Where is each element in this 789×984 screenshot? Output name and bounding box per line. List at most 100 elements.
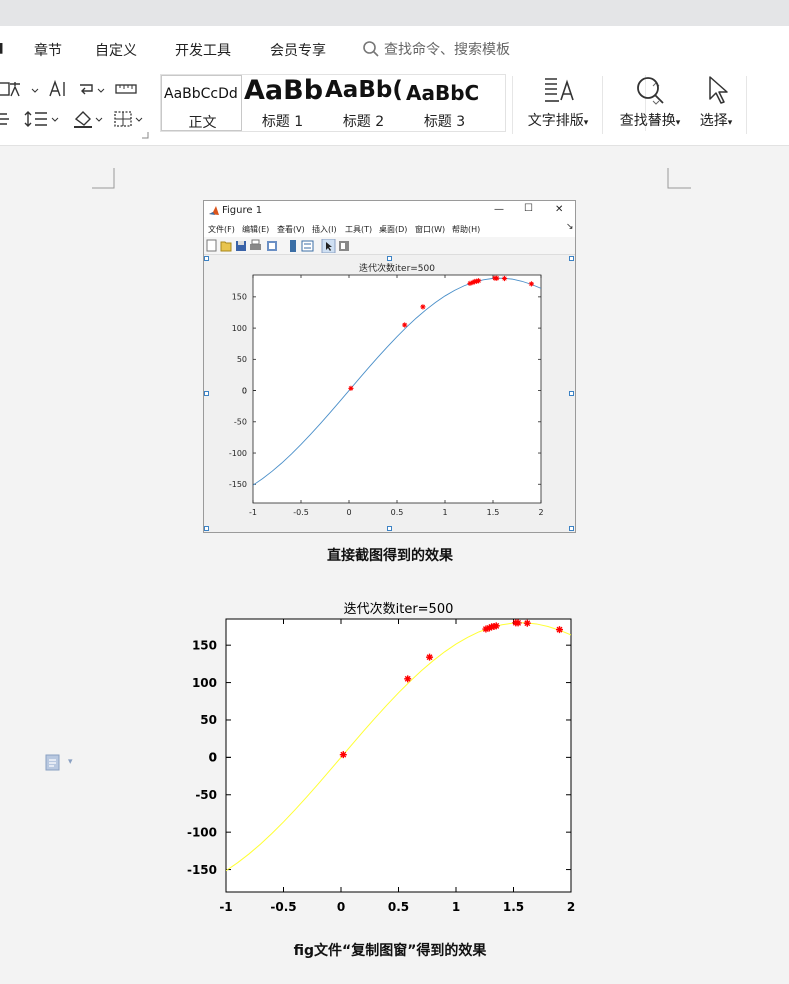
style-heading-2[interactable]: AaBb( 标题 2 [323,75,404,131]
menu-desktop[interactable]: 桌面(D) [379,224,407,235]
style-gallery: AaBbCcDd 正文 AaBb 标题 1 AaBb( 标题 2 AaBbC 标… [160,74,660,132]
print-icon [250,239,261,250]
style-heading-1-sample: AaBb [244,75,322,106]
x-tick-label: -0.5 [270,900,296,914]
x-tick-label: -0.5 [293,508,309,517]
paste-options-button[interactable]: ▾ [44,752,73,772]
search-placeholder: 查找命令、搜索模板 [384,42,510,58]
y-tick-label: 50 [200,713,217,727]
style-normal[interactable]: AaBbCcDd 正文 [161,75,242,131]
style-heading-3[interactable]: AaBbC 标题 3 [404,75,484,131]
close-button[interactable]: ✕ [555,204,563,215]
figure-titlebar: Figure 1 — ☐ ✕ [204,201,575,221]
y-tick-label: 100 [232,324,247,333]
figure-screenshot-image[interactable]: Figure 1 — ☐ ✕ 文件(F) 编辑(E) 查看(V) 插入(I) 工… [203,200,576,533]
menu-view[interactable]: 查看(V) [277,224,305,235]
shading-icon[interactable] [72,108,106,130]
plot-copy: -1 -0.5 0 0.5 1 1.5 2-150-100-500501001500迭代次数… [187,601,575,914]
data-point [402,322,408,328]
caption-copy-figure: fig文件“复制图窗”得到的效果 [293,943,487,959]
style-normal-sample: AaBbCcDd [164,86,238,102]
dock-arrow-icon[interactable]: ↘ [566,222,574,232]
x-tick-label: 0 [346,508,351,517]
borders-icon[interactable] [112,108,146,130]
menu-edit[interactable]: 编辑(E) [242,224,269,235]
x-tick-label: 2 [538,508,543,517]
style-normal-name: 正文 [188,115,217,131]
x-tick-label: 1.5 [487,508,500,517]
command-search[interactable]: 查找命令、搜索模板 [362,38,510,60]
y-tick-label: -50 [234,418,247,427]
legend-icon [301,240,314,252]
y-tick-label: 50 [237,355,247,364]
ribbon-separator [512,76,513,134]
menu-insert[interactable]: 插入(I) [312,224,337,235]
paragraph-settings-icon[interactable] [140,130,150,140]
y-tick-label: -100 [229,449,247,458]
figure-copy-image[interactable]: -1 -0.5 0 0.5 1 1.5 2-150-100-500501001500迭代次数… [180,592,590,922]
colorbar-icon [290,240,296,252]
asian-layout-icon[interactable] [8,78,40,100]
resize-handle[interactable] [387,526,392,531]
select-button[interactable]: 选择▾ [692,74,740,136]
tab-customize[interactable]: 自定义 [95,40,137,60]
plot-screenshot: -1 -0.5 0 0.5 1 1.5 2-150-100-500501001500迭代次数… [229,262,544,517]
page-margin-corner-left [92,168,116,190]
tab-developer-tools[interactable]: 开发工具 [175,40,231,60]
resize-handle[interactable] [569,256,574,261]
paste-icon [45,754,60,771]
line-break-icon[interactable] [76,78,108,100]
resize-handle[interactable] [204,391,209,396]
tab-member[interactable]: 会员专享 [270,40,326,60]
style-heading-3-sample: AaBbC [406,81,480,105]
window-title-strip [0,0,789,26]
ribbon-separator [746,76,747,134]
select-label: 选择 [699,113,728,129]
open-file-icon [220,241,232,252]
data-point [494,275,500,281]
y-tick-label: -150 [187,863,217,877]
magnifier-icon [637,77,664,104]
y-tick-label: 0 [209,751,217,765]
y-tick-label: -100 [187,825,217,839]
ruler-icon[interactable] [112,78,140,100]
line-spacing-icon[interactable] [22,108,62,130]
text-direction-icon[interactable] [44,78,72,100]
tab-chapter[interactable]: 章节 [34,40,62,60]
resize-handle[interactable] [569,391,574,396]
figure-title: Figure 1 [222,205,263,216]
maximize-button[interactable]: ☐ [524,203,533,214]
x-tick-label: 0.5 [388,900,409,914]
cursor-arrow-icon [709,76,728,104]
y-tick-label: 150 [232,293,247,302]
link-plot-icon [267,241,277,251]
style-heading-2-sample: AaBb( [325,77,403,103]
tab-partial-icon[interactable]: ▮ [0,40,4,56]
resize-handle[interactable] [204,256,209,261]
y-tick-label: -150 [229,480,247,489]
resize-handle[interactable] [387,256,392,261]
x-tick-label: -1 [249,508,257,517]
menu-help[interactable]: 帮助(H) [452,224,480,235]
text-layout-button[interactable]: 文字排版▾ [520,74,596,136]
menu-tools[interactable]: 工具(T) [345,224,372,235]
minimize-button[interactable]: — [494,204,504,215]
save-icon [236,241,246,251]
menu-window[interactable]: 窗口(W) [415,224,445,235]
axes-box [225,618,572,893]
y-tick-label: 100 [192,676,217,690]
resize-handle[interactable] [204,526,209,531]
text-layout-label: 文字排版 [527,113,584,129]
partial-icon-bottom[interactable] [0,108,18,130]
ribbon-toolbar: AaBbCcDd 正文 AaBb 标题 1 AaBb( 标题 2 AaBbC 标… [0,70,789,146]
edit-plot-icon [321,239,336,253]
style-heading-1[interactable]: AaBb 标题 1 [242,75,323,131]
style-heading-1-name: 标题 1 [261,114,304,130]
find-replace-button[interactable]: 查找替换▾ [612,74,688,136]
menu-file[interactable]: 文件(F) [208,224,235,235]
resize-handle[interactable] [569,526,574,531]
find-replace-label: 查找替换 [619,113,676,129]
ribbon-separator [602,76,603,134]
x-tick-label: 1.5 [503,900,524,914]
chart-title: 迭代次数iter=500 [344,601,454,617]
